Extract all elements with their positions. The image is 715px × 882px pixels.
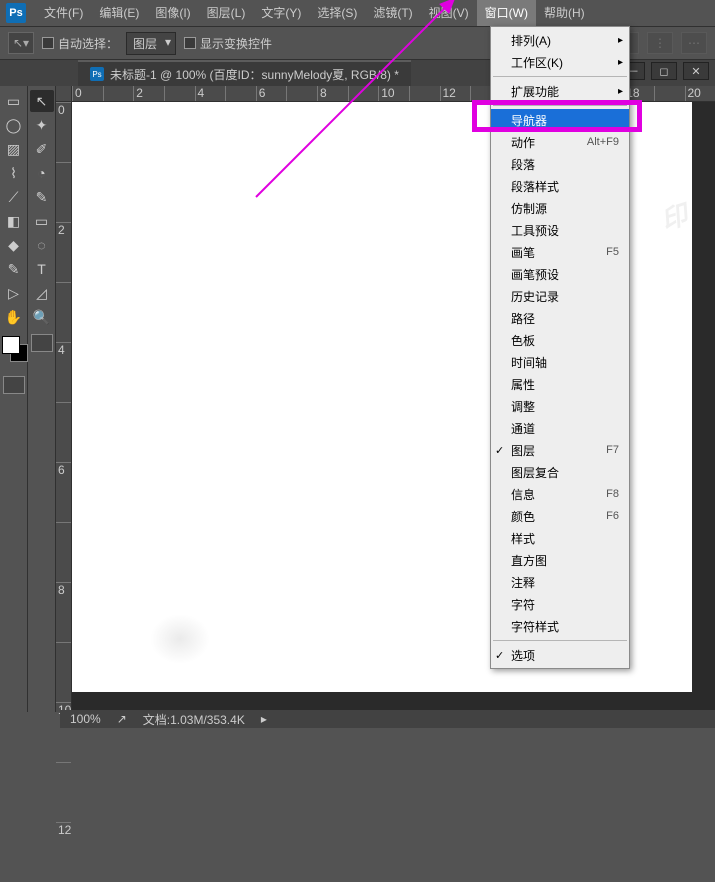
- menu-4[interactable]: 文字(Y): [253, 0, 309, 26]
- menu-item[interactable]: 画笔预设: [491, 263, 629, 285]
- menu-item[interactable]: 直方图: [491, 549, 629, 571]
- menu-item[interactable]: 注释: [491, 571, 629, 593]
- distribute-v-button: ⋮: [647, 32, 673, 54]
- tool-button[interactable]: ✎: [30, 186, 54, 208]
- tool-button[interactable]: ◧: [2, 210, 26, 232]
- auto-select-target[interactable]: 图层: [126, 32, 176, 55]
- tool-button[interactable]: 🔍: [30, 306, 54, 328]
- menu-6[interactable]: 滤镜(T): [365, 0, 420, 26]
- menu-item[interactable]: 仿制源: [491, 197, 629, 219]
- close-button[interactable]: ✕: [683, 62, 709, 80]
- auto-select-toggle[interactable]: 自动选择：: [42, 32, 118, 54]
- tool-button[interactable]: ◆: [2, 234, 26, 256]
- doc-info-arrow[interactable]: ▸: [261, 712, 267, 726]
- auto-select-label: 自动选择：: [58, 35, 118, 52]
- menu-item[interactable]: 排列(A): [491, 29, 629, 51]
- menu-item[interactable]: 字符样式: [491, 615, 629, 637]
- checkbox-icon: [42, 37, 54, 49]
- menu-8[interactable]: 窗口(W): [477, 0, 536, 26]
- menu-item[interactable]: 信息F8: [491, 483, 629, 505]
- menu-item[interactable]: 调整: [491, 395, 629, 417]
- doc-info[interactable]: 文档:1.03M/353.4K: [143, 711, 245, 728]
- tool-button[interactable]: T: [30, 258, 54, 280]
- tool-button[interactable]: ▷: [2, 282, 26, 304]
- menu-item[interactable]: 段落样式: [491, 175, 629, 197]
- menu-item[interactable]: 动作Alt+F9: [491, 131, 629, 153]
- tool-button[interactable]: ◯: [2, 114, 26, 136]
- tool-button[interactable]: ✦: [30, 114, 54, 136]
- toolbox-col-right: ↖✦✐◔✎▭◌T◿🔍: [28, 86, 56, 712]
- tool-button[interactable]: ◔: [30, 162, 54, 184]
- show-transform-toggle[interactable]: 显示变换控件: [184, 32, 272, 54]
- window-menu-dropdown: 排列(A)工作区(K)扩展功能导航器动作Alt+F9段落段落样式仿制源工具预设画…: [490, 26, 630, 669]
- menu-item[interactable]: 导航器: [491, 109, 629, 131]
- menu-item[interactable]: 样式: [491, 527, 629, 549]
- menu-item[interactable]: 颜色F6: [491, 505, 629, 527]
- menu-item[interactable]: 历史记录: [491, 285, 629, 307]
- maximize-button[interactable]: ◻: [651, 62, 677, 80]
- app-logo: Ps: [6, 3, 26, 23]
- watermark: 印: [656, 195, 689, 237]
- menu-3[interactable]: 图层(L): [199, 0, 254, 26]
- menu-item[interactable]: 选项: [491, 644, 629, 666]
- menu-item[interactable]: 通道: [491, 417, 629, 439]
- menu-5[interactable]: 选择(S): [309, 0, 365, 26]
- status-bar: 100% ↗ 文档:1.03M/353.4K ▸: [60, 710, 715, 728]
- tool-button[interactable]: ◿: [30, 282, 54, 304]
- document-tab[interactable]: Ps 未标题-1 @ 100% (百度ID：sunnyMelody夏, RGB/…: [78, 60, 411, 86]
- tool-button[interactable]: ▨: [2, 138, 26, 160]
- tool-button[interactable]: ✋: [2, 306, 26, 328]
- ruler-vertical[interactable]: 024681012: [56, 102, 72, 712]
- toolbox-col-left: ▭◯▨⌇⟋◧◆✎▷✋: [0, 86, 28, 712]
- color-swatches[interactable]: [0, 336, 28, 368]
- watermark-curve: [150, 614, 210, 664]
- tool-button[interactable]: ⟋: [2, 186, 26, 208]
- menu-item[interactable]: 字符: [491, 593, 629, 615]
- window-controls: — ◻ ✕: [619, 62, 709, 80]
- menu-item[interactable]: 时间轴: [491, 351, 629, 373]
- export-icon[interactable]: ↗: [117, 712, 127, 726]
- menu-item[interactable]: 属性: [491, 373, 629, 395]
- tool-button[interactable]: ✎: [2, 258, 26, 280]
- screen-mode-button[interactable]: [31, 334, 53, 352]
- tool-button[interactable]: ⌇: [2, 162, 26, 184]
- menu-item[interactable]: 画笔F5: [491, 241, 629, 263]
- menu-item[interactable]: 工具预设: [491, 219, 629, 241]
- show-transform-label: 显示变换控件: [200, 35, 272, 52]
- menu-item[interactable]: 段落: [491, 153, 629, 175]
- tool-button[interactable]: ▭: [2, 90, 26, 112]
- menu-2[interactable]: 图像(I): [147, 0, 198, 26]
- quick-mask-button[interactable]: [3, 376, 25, 394]
- tool-button[interactable]: ↖: [30, 90, 54, 112]
- document-title: 未标题-1 @ 100% (百度ID：sunnyMelody夏, RGB/8) …: [110, 66, 399, 83]
- tool-button[interactable]: ◌: [30, 234, 54, 256]
- tool-button[interactable]: ▭: [30, 210, 54, 232]
- menu-item[interactable]: 工作区(K): [491, 51, 629, 73]
- menu-9[interactable]: 帮助(H): [536, 0, 593, 26]
- menu-bar: Ps 文件(F)编辑(E)图像(I)图层(L)文字(Y)选择(S)滤镜(T)视图…: [0, 0, 715, 26]
- ps-icon: Ps: [90, 67, 104, 81]
- ruler-origin[interactable]: [56, 86, 72, 102]
- tool-button[interactable]: ✐: [30, 138, 54, 160]
- menu-1[interactable]: 编辑(E): [91, 0, 147, 26]
- menu-item[interactable]: 图层F7: [491, 439, 629, 461]
- menu-item[interactable]: 色板: [491, 329, 629, 351]
- menu-0[interactable]: 文件(F): [36, 0, 91, 26]
- tool-preset-picker[interactable]: ↖▾: [8, 32, 34, 54]
- checkbox-icon: [184, 37, 196, 49]
- menu-item[interactable]: 路径: [491, 307, 629, 329]
- menu-item[interactable]: 图层复合: [491, 461, 629, 483]
- zoom-level[interactable]: 100%: [70, 712, 101, 726]
- more-align-button: ⋯: [681, 32, 707, 54]
- menu-item[interactable]: 扩展功能: [491, 80, 629, 102]
